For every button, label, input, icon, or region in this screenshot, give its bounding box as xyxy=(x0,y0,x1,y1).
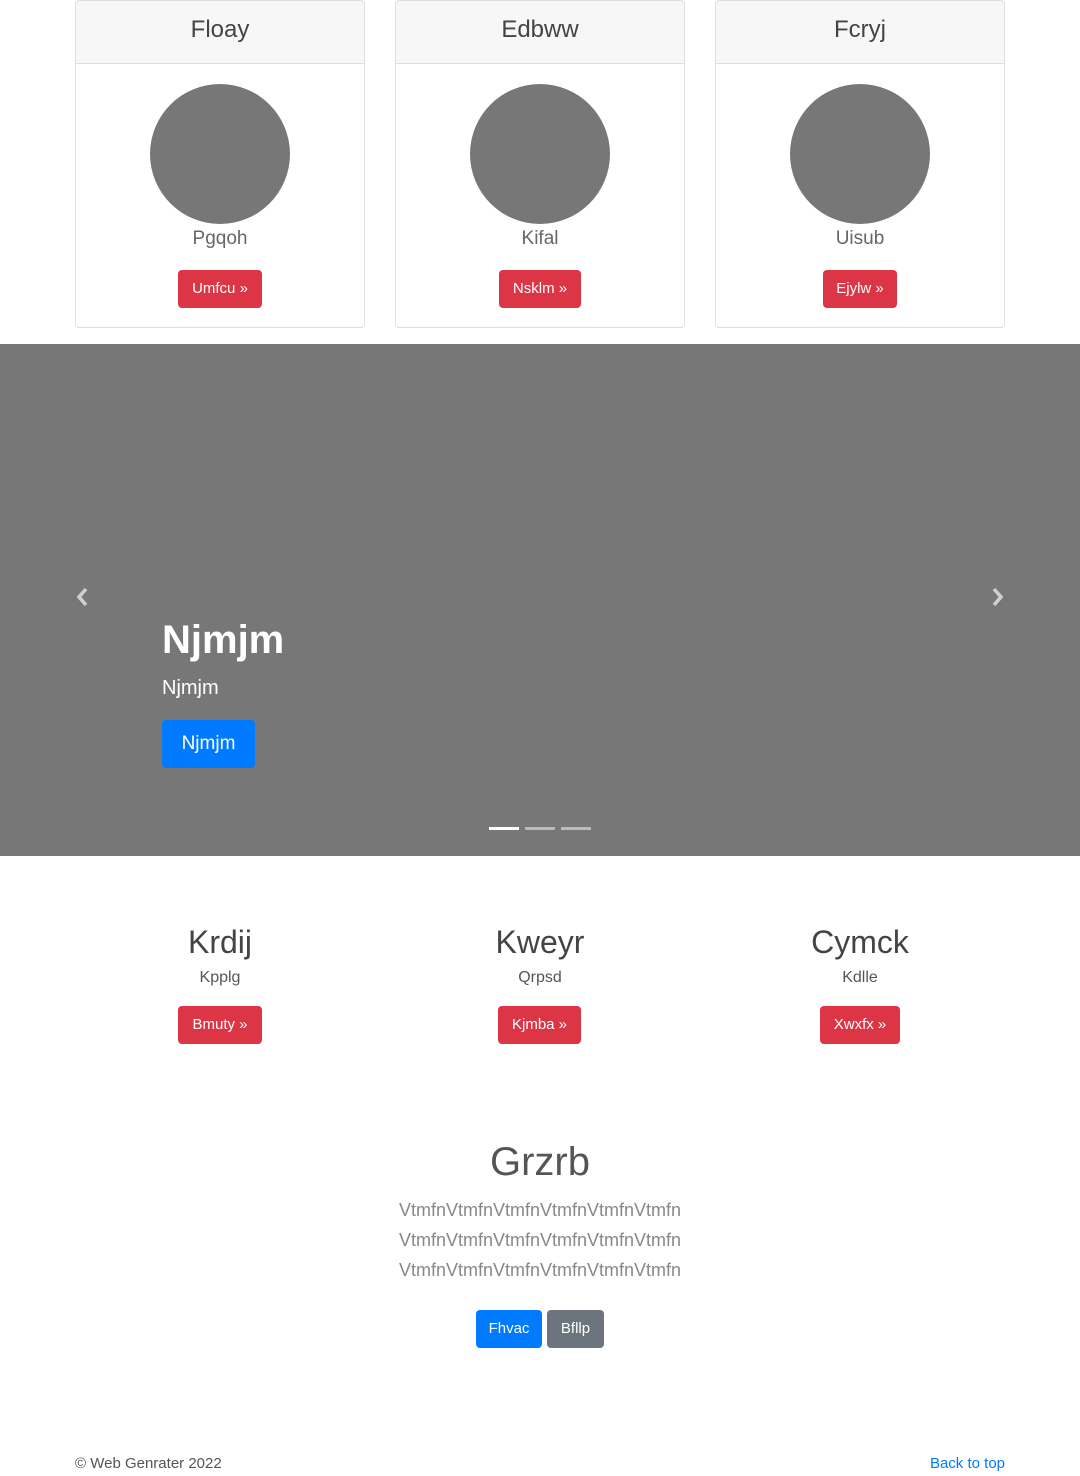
back-to-top-link[interactable]: Back to top xyxy=(930,1455,1005,1472)
chevron-left-icon[interactable] xyxy=(72,584,92,614)
column-cymck: Cymck Kdlle xyxy=(710,920,1010,989)
carousel-button[interactable]: Njmjm xyxy=(162,720,255,768)
card-name: Kifal xyxy=(521,228,559,249)
card-header: Edbww xyxy=(396,1,684,64)
avatar-placeholder xyxy=(470,84,610,224)
column-text: Kpplg xyxy=(199,969,241,986)
card-button[interactable]: Umfcu » xyxy=(178,270,262,308)
column-krdij: Krdij Kpplg xyxy=(70,920,370,989)
card-floay: Floay Pgqoh Umfcu » xyxy=(75,0,365,328)
jumbotron-line: VtmfnVtmfnVtmfnVtmfnVtmfnVtmfn xyxy=(398,1200,682,1220)
jumbotron-line: VtmfnVtmfnVtmfnVtmfnVtmfnVtmfn xyxy=(398,1230,682,1250)
jumbotron-title: Grzrb xyxy=(490,1140,590,1184)
column-text: Kdlle xyxy=(842,969,878,986)
card-fcryj: Fcryj Uisub Ejylw » xyxy=(715,0,1005,328)
carousel-indicator[interactable] xyxy=(561,827,591,830)
column-title: Cymck xyxy=(811,924,909,960)
carousel: Njmjm Njmjm Njmjm xyxy=(0,344,1080,856)
card-row: Floay Pgqoh Umfcu » Edbww Kifal Nsklm » … xyxy=(75,0,1005,328)
carousel-title: Njmjm xyxy=(162,618,285,662)
secondary-button[interactable]: Bfllp xyxy=(547,1310,604,1348)
card-name: Uisub xyxy=(835,228,885,249)
column-kweyr: Kweyr Qrpsd xyxy=(390,920,690,989)
carousel-indicator[interactable] xyxy=(525,827,555,830)
carousel-subtitle: Njmjm xyxy=(162,677,219,699)
card-header: Fcryj xyxy=(716,1,1004,64)
carousel-indicator[interactable] xyxy=(489,827,519,830)
column-title: Krdij xyxy=(187,924,252,960)
footer-copyright: © Web Genrater 2022 xyxy=(75,1455,222,1472)
primary-button[interactable]: Fhvac xyxy=(476,1310,542,1348)
column-button[interactable]: Bmuty » xyxy=(178,1006,262,1044)
column-button[interactable]: Kjmba » xyxy=(498,1006,581,1044)
column-text: Qrpsd xyxy=(518,969,562,986)
card-button[interactable]: Ejylw » xyxy=(823,270,897,308)
avatar-placeholder xyxy=(790,84,930,224)
card-edbww: Edbww Kifal Nsklm » xyxy=(395,0,685,328)
card-header: Floay xyxy=(76,1,364,64)
card-button[interactable]: Nsklm » xyxy=(499,270,581,308)
column-button[interactable]: Xwxfx » xyxy=(820,1006,900,1044)
chevron-right-icon[interactable] xyxy=(988,584,1008,614)
column-title: Kweyr xyxy=(495,924,585,960)
avatar-placeholder xyxy=(150,84,290,224)
card-name: Pgqoh xyxy=(192,228,248,249)
jumbotron-line: VtmfnVtmfnVtmfnVtmfnVtmfnVtmfn xyxy=(398,1260,682,1280)
